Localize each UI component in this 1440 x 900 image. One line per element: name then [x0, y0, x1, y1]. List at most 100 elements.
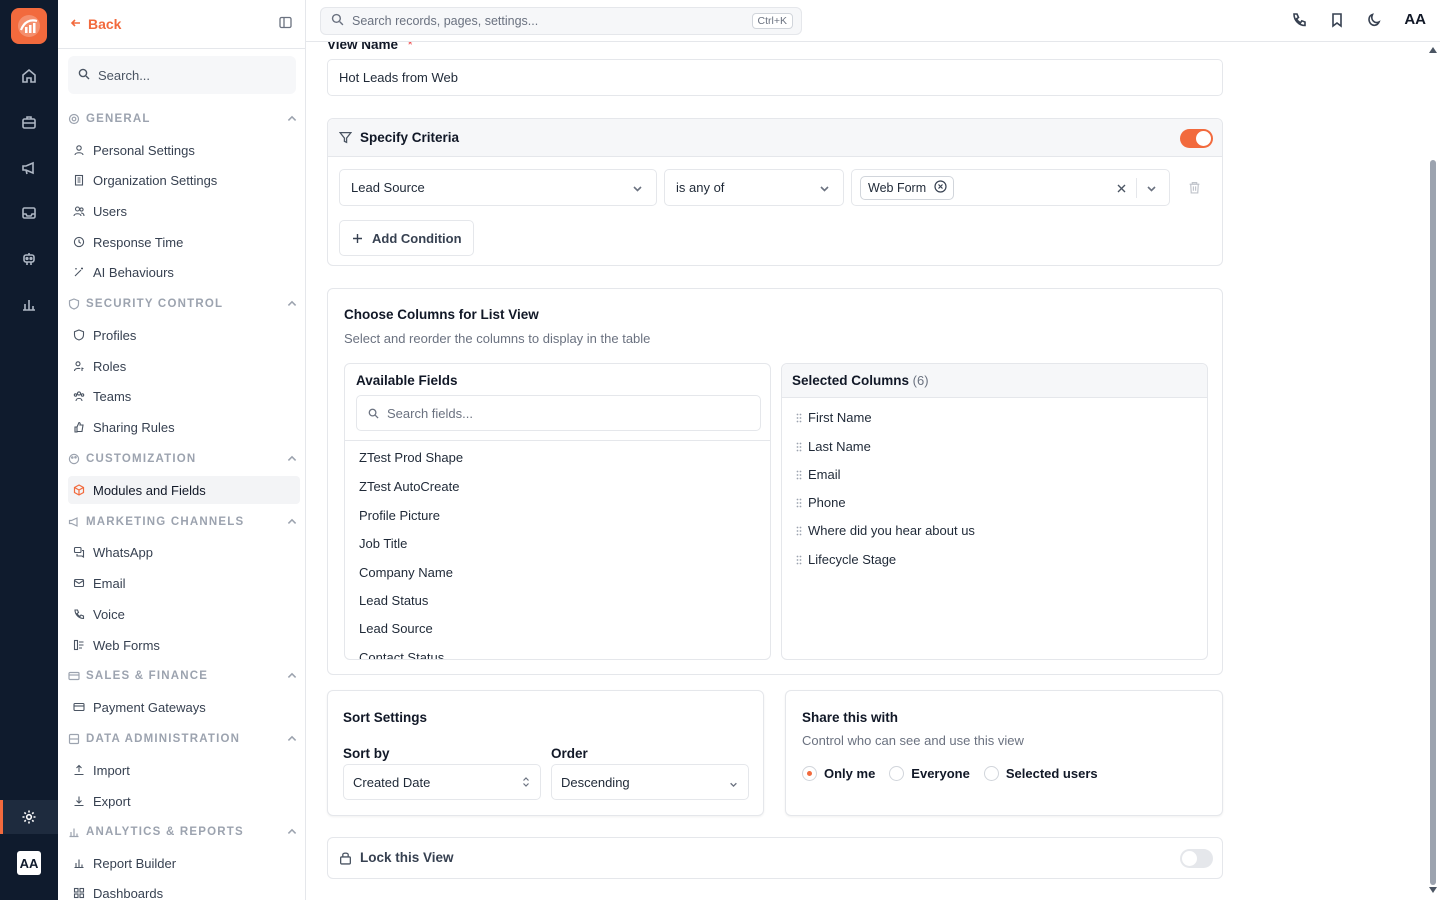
- fields-search-input[interactable]: Search fields...: [356, 395, 761, 431]
- share-option-selected-users[interactable]: Selected users: [983, 766, 1098, 781]
- sidebar-item-profiles[interactable]: Profiles: [68, 321, 300, 349]
- home-icon[interactable]: [17, 64, 41, 88]
- selected-column-item[interactable]: Lifecycle Stage: [796, 552, 896, 567]
- chevron-down-icon[interactable]: [1146, 182, 1157, 197]
- available-field-item[interactable]: Lead Status: [359, 593, 428, 608]
- order-select[interactable]: Descending: [551, 764, 749, 800]
- global-search-input[interactable]: Search records, pages, settings... Ctrl+…: [320, 7, 802, 35]
- share-option-label: Everyone: [911, 766, 970, 781]
- wand-icon: [74, 267, 83, 277]
- available-field-item[interactable]: Job Title: [359, 536, 407, 551]
- sidebar-item-import[interactable]: Import: [68, 756, 300, 784]
- sidebar-item-report-builder[interactable]: Report Builder: [68, 849, 300, 877]
- value-chip[interactable]: Web Form: [860, 176, 955, 200]
- trash-icon[interactable]: [1188, 181, 1201, 197]
- share-option-only-me[interactable]: Only me: [802, 766, 875, 781]
- selected-column-item[interactable]: Where did you hear about us: [796, 523, 975, 538]
- sidebar-collapse-icon[interactable]: [279, 16, 293, 30]
- sidebar-item-response-time[interactable]: Response Time: [68, 228, 300, 256]
- selected-column-item[interactable]: Last Name: [796, 439, 871, 454]
- share-option-everyone[interactable]: Everyone: [889, 766, 970, 781]
- section-customization[interactable]: CUSTOMIZATION: [68, 449, 298, 469]
- sidebar-item-modules-and-fields[interactable]: Modules and Fields: [68, 476, 300, 504]
- bookmark-icon[interactable]: [1329, 12, 1347, 30]
- section-general[interactable]: GENERAL: [68, 109, 298, 129]
- section-analytics-reports[interactable]: ANALYTICS & REPORTS: [68, 822, 298, 842]
- megaphone-icon[interactable]: [17, 156, 41, 180]
- sort-by-select[interactable]: Created Date: [343, 764, 541, 800]
- available-field-item[interactable]: Contact Status: [359, 650, 444, 659]
- sidebar-item-export[interactable]: Export: [68, 787, 300, 815]
- user-avatar[interactable]: AA: [17, 851, 41, 875]
- available-field-item[interactable]: ZTest Prod Shape: [359, 450, 463, 465]
- available-field-item[interactable]: Profile Picture: [359, 508, 440, 523]
- chevron-up-icon: [286, 669, 298, 684]
- robot-icon[interactable]: [17, 247, 41, 271]
- sidebar-item-dashboards[interactable]: Dashboards: [68, 879, 300, 900]
- drag-handle-icon[interactable]: [796, 498, 802, 508]
- scrollbar-thumb[interactable]: [1430, 160, 1436, 885]
- settings-icon[interactable]: [17, 805, 41, 829]
- download-icon: [74, 796, 84, 807]
- section-title: SALES & FINANCE: [86, 670, 209, 682]
- app-logo[interactable]: [11, 8, 47, 44]
- add-condition-button[interactable]: Add Condition: [339, 220, 474, 256]
- global-search-placeholder: Search records, pages, settings...: [352, 14, 539, 28]
- page-scrollbar[interactable]: [1428, 42, 1438, 900]
- criteria-field-select[interactable]: Lead Source: [339, 169, 657, 206]
- back-button[interactable]: Back: [70, 16, 121, 32]
- phone-icon[interactable]: [1291, 12, 1309, 30]
- sidebar-item-users[interactable]: Users: [68, 197, 300, 225]
- sort-settings-card: Sort Settings Sort by Order Created Date…: [327, 690, 764, 816]
- sidebar-item-whatsapp[interactable]: WhatsApp: [68, 538, 300, 566]
- moon-icon[interactable]: [1366, 12, 1384, 30]
- selected-column-item[interactable]: First Name: [796, 410, 872, 425]
- available-field-item[interactable]: Company Name: [359, 565, 453, 580]
- selected-column-item[interactable]: Phone: [796, 495, 846, 510]
- drag-handle-icon[interactable]: [796, 470, 802, 480]
- selected-columns-panel: Selected Columns (6) First Name Last Nam…: [781, 363, 1208, 660]
- criteria-toggle[interactable]: [1180, 129, 1213, 148]
- chart-icon[interactable]: [17, 292, 41, 316]
- drag-handle-icon[interactable]: [796, 555, 802, 565]
- briefcase-icon[interactable]: [17, 110, 41, 134]
- selected-column-item[interactable]: Email: [796, 467, 841, 482]
- inbox-icon[interactable]: [17, 201, 41, 225]
- scroll-down-icon[interactable]: [1428, 886, 1438, 894]
- back-label: Back: [88, 16, 122, 32]
- sidebar-item-sharing-rules[interactable]: Sharing Rules: [68, 413, 300, 441]
- available-field-item[interactable]: ZTest AutoCreate: [359, 479, 459, 494]
- shield-icon: [73, 329, 85, 341]
- section-sales-finance[interactable]: SALES & FINANCE: [68, 666, 298, 686]
- users-icon: [73, 206, 85, 217]
- clear-icon[interactable]: [1116, 182, 1127, 197]
- sidebar-item-roles[interactable]: Roles: [68, 352, 300, 380]
- sidebar-item-ai-behaviours[interactable]: AI Behaviours: [68, 258, 300, 286]
- updown-icon: [522, 776, 530, 791]
- sidebar-item-label: Web Forms: [93, 637, 160, 653]
- plus-icon: [353, 233, 362, 243]
- sidebar-item-organization-settings[interactable]: Organization Settings: [68, 166, 300, 194]
- section-data-administration[interactable]: DATA ADMINISTRATION: [68, 729, 298, 749]
- sidebar-item-payment-gateways[interactable]: Payment Gateways: [68, 693, 300, 721]
- sidebar-item-web-forms[interactable]: Web Forms: [68, 631, 300, 659]
- section-security-control[interactable]: SECURITY CONTROL: [68, 294, 298, 314]
- view-name-input[interactable]: Hot Leads from Web: [327, 59, 1223, 96]
- remove-chip-icon[interactable]: [934, 180, 947, 196]
- criteria-value-multiselect[interactable]: Web Form: [851, 169, 1170, 206]
- sidebar-item-voice[interactable]: Voice: [68, 600, 300, 628]
- sidebar-item-personal-settings[interactable]: Personal Settings: [68, 136, 300, 164]
- sidebar-item-email[interactable]: Email: [68, 569, 300, 597]
- sidebar-item-teams[interactable]: Teams: [68, 382, 300, 410]
- lock-view-toggle[interactable]: [1180, 849, 1213, 868]
- scroll-up-icon[interactable]: [1428, 46, 1438, 54]
- section-title: GENERAL: [86, 113, 151, 125]
- criteria-operator-select[interactable]: is any of: [664, 169, 844, 206]
- section-marketing-channels[interactable]: MARKETING CHANNELS: [68, 512, 298, 532]
- drag-handle-icon[interactable]: [796, 526, 802, 536]
- sidebar-search-input[interactable]: Search...: [68, 56, 296, 94]
- drag-handle-icon[interactable]: [796, 413, 802, 423]
- available-field-item[interactable]: Lead Source: [359, 621, 433, 636]
- top-user-avatar[interactable]: AA: [1404, 11, 1426, 28]
- drag-handle-icon[interactable]: [796, 442, 802, 452]
